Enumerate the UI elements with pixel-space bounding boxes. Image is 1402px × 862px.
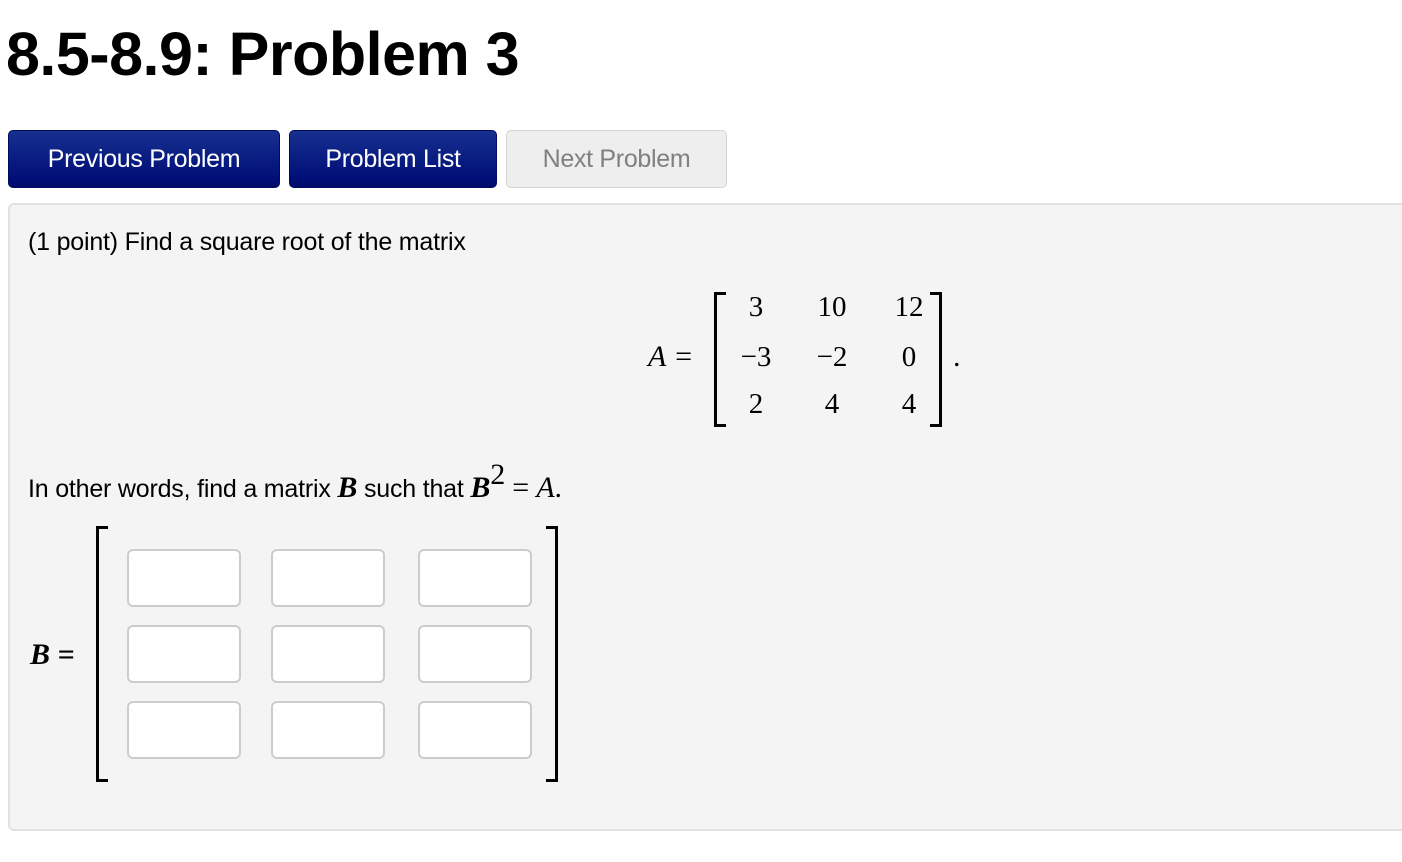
answer-input-r3-c3[interactable] bbox=[418, 701, 532, 759]
matrix-a-period: . bbox=[953, 340, 961, 373]
matrix-a-cell: 10 bbox=[817, 291, 847, 323]
problem-intro: (1 point) Find a square root of the matr… bbox=[28, 228, 466, 257]
answer-input-r2-c2[interactable] bbox=[271, 625, 385, 683]
previous-problem-button[interactable]: Previous Problem bbox=[8, 130, 280, 188]
exponent: 2 bbox=[490, 458, 505, 491]
matrix-a-label-text: A = bbox=[648, 340, 694, 373]
matrix-b-left-bracket bbox=[96, 526, 108, 782]
sentence-prefix: In other words, find a matrix bbox=[28, 475, 338, 503]
answer-input-r2-c3[interactable] bbox=[418, 625, 532, 683]
points-label: (1 point) bbox=[28, 228, 118, 256]
matrix-a-cell: 4 bbox=[901, 388, 917, 420]
matrix-a-cell: 12 bbox=[894, 291, 924, 323]
equals-sign: = bbox=[505, 471, 537, 504]
next-problem-button: Next Problem bbox=[506, 130, 727, 188]
matrix-b-right-bracket bbox=[546, 526, 558, 782]
matrix-a-cell: −2 bbox=[816, 341, 848, 373]
answer-input-r1-c3[interactable] bbox=[418, 549, 532, 607]
var-a: A bbox=[536, 471, 555, 504]
restated-question: In other words, find a matrix B such tha… bbox=[28, 458, 562, 505]
var-b-squared: B bbox=[470, 471, 491, 504]
answer-input-r2-c1[interactable] bbox=[127, 625, 241, 683]
sentence-period: . bbox=[554, 471, 562, 504]
answer-input-r1-c2[interactable] bbox=[271, 549, 385, 607]
page-title: 8.5-8.9: Problem 3 bbox=[6, 20, 520, 88]
problem-list-button[interactable]: Problem List bbox=[289, 130, 497, 188]
answer-input-r3-c1[interactable] bbox=[127, 701, 241, 759]
matrix-b-label: B = bbox=[30, 638, 75, 671]
answer-input-r1-c1[interactable] bbox=[127, 549, 241, 607]
matrix-a-cell: 3 bbox=[748, 291, 764, 323]
matrix-a-label: A = bbox=[648, 340, 694, 374]
sentence-middle: such that bbox=[357, 475, 471, 503]
matrix-a-cell: 0 bbox=[901, 341, 917, 373]
var-b: B bbox=[337, 471, 358, 504]
matrix-a-cell: −3 bbox=[740, 341, 772, 373]
matrix-a-cell: 2 bbox=[748, 388, 764, 420]
answer-input-r3-c2[interactable] bbox=[271, 701, 385, 759]
matrix-a-cell: 4 bbox=[824, 388, 840, 420]
intro-text: Find a square root of the matrix bbox=[124, 228, 466, 256]
